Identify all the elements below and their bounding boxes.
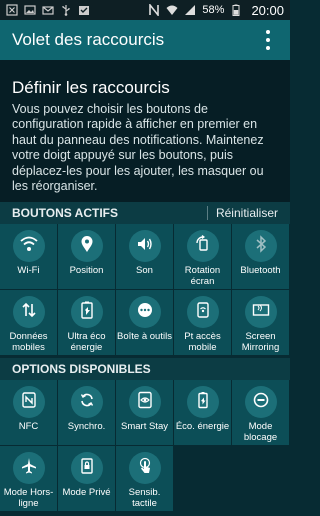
more-options-icon[interactable]: [258, 27, 278, 53]
tile-label: Rotation écran: [184, 265, 221, 287]
battery-percent: 58%: [202, 4, 225, 16]
nfc-status-icon: [148, 4, 160, 16]
touch-sensitivity-icon: [136, 457, 154, 480]
ultra-power-saving-icon: [78, 301, 96, 324]
blocking-mode-icon: [252, 391, 270, 414]
bluetooth-icon: [252, 234, 270, 258]
tile-bluetooth[interactable]: Bluetooth: [232, 224, 290, 290]
mobile-data-icon: [20, 301, 38, 324]
tile-label: Screen Mirroring: [241, 331, 280, 353]
clock: 20:00: [251, 2, 284, 18]
reset-label: Réinitialiser: [215, 206, 278, 220]
tile-mobile-data[interactable]: Données mobiles: [0, 290, 58, 356]
empty-slot: [174, 446, 232, 512]
tile-label: Wi-Fi: [17, 265, 40, 276]
tile-power-saving[interactable]: Éco. énergie: [174, 380, 232, 446]
reset-button[interactable]: Réinitialiser: [206, 206, 278, 220]
info-panel: Définir les raccourcis Vous pouvez chois…: [0, 60, 290, 202]
active-buttons-grid: Wi-Fi Position Son Rotation écran Blueto…: [0, 224, 290, 356]
tile-sound[interactable]: Son: [116, 224, 174, 290]
tile-label: Son: [136, 265, 153, 276]
empty-slot: [232, 446, 290, 512]
tile-private-mode[interactable]: Mode Privé: [58, 446, 116, 512]
wifi-icon: [19, 235, 38, 258]
gallery-icon: [24, 4, 36, 16]
app-title: Volet des raccourcis: [12, 30, 165, 49]
tile-smart-stay[interactable]: Smart Stay: [116, 380, 174, 446]
active-buttons-label: BOUTONS ACTIFS: [12, 206, 119, 220]
tile-label: Synchro.: [67, 421, 106, 432]
tile-nfc[interactable]: NFC: [0, 380, 58, 446]
info-title: Définir les raccourcis: [12, 78, 170, 97]
tile-ultra-power-saving[interactable]: Ultra éco énergie: [58, 290, 116, 356]
tile-label: Éco. énergie: [175, 421, 230, 432]
tile-label: Pt accès mobile: [184, 331, 221, 353]
tile-wifi[interactable]: Wi-Fi: [0, 224, 58, 290]
status-bar: 58% 20:00: [0, 0, 290, 20]
available-options-label: OPTIONS DISPONIBLES: [12, 362, 151, 376]
tile-screen-mirroring[interactable]: Screen Mirroring: [232, 290, 290, 356]
hotspot-icon: [194, 301, 212, 324]
info-description: Vous pouvez choisir les boutons de confi…: [12, 102, 264, 194]
divider: [206, 206, 208, 220]
location-icon: [78, 235, 96, 258]
tile-hotspot[interactable]: Pt accès mobile: [174, 290, 232, 356]
available-options-header: OPTIONS DISPONIBLES: [0, 358, 290, 380]
sync-icon: [78, 391, 96, 414]
tile-sync[interactable]: Synchro.: [58, 380, 116, 446]
tile-touch-sensitivity[interactable]: Sensib. tactile: [116, 446, 174, 512]
tile-label: Sensib. tactile: [128, 487, 161, 509]
screen-mirroring-icon: [252, 301, 270, 324]
tile-airplane-mode[interactable]: Mode Hors-ligne: [0, 446, 58, 512]
power-saving-icon: [194, 391, 212, 414]
tile-label: Ultra éco énergie: [67, 331, 106, 353]
available-options-grid: NFC Synchro. Smart Stay Éco. énergie Mod…: [0, 380, 290, 512]
usb-icon: [60, 4, 72, 16]
mail-icon: [42, 4, 54, 16]
rotation-icon: [194, 234, 212, 258]
tile-label: Position: [69, 265, 104, 276]
active-buttons-header: BOUTONS ACTIFS Réinitialiser: [0, 202, 290, 224]
tile-toolbox[interactable]: Boîte à outils: [116, 290, 174, 356]
tile-label: Mode blocage: [243, 421, 278, 443]
toolbox-icon: [136, 301, 154, 324]
nfc-icon: [20, 391, 38, 414]
tile-rotation[interactable]: Rotation écran: [174, 224, 232, 290]
tile-location[interactable]: Position: [58, 224, 116, 290]
tile-label: Mode Hors-ligne: [3, 487, 54, 509]
private-mode-icon: [78, 457, 96, 480]
sound-icon: [136, 235, 154, 258]
tile-blocking-mode[interactable]: Mode blocage: [232, 380, 290, 446]
tile-label: NFC: [18, 421, 39, 432]
battery-icon: [230, 4, 242, 16]
close-notification-icon: [6, 4, 18, 16]
tile-label: Données mobiles: [9, 331, 48, 353]
tile-label: Bluetooth: [240, 265, 281, 276]
smart-stay-icon: [136, 391, 154, 414]
signal-icon: [184, 4, 196, 16]
tile-label: Smart Stay: [121, 421, 168, 432]
airplane-mode-icon: [20, 457, 38, 480]
tile-label: Boîte à outils: [117, 331, 172, 342]
app-bar: Volet des raccourcis: [0, 20, 290, 60]
tile-label: Mode Privé: [62, 487, 111, 498]
download-icon: [78, 4, 90, 16]
wifi-status-icon: [166, 4, 178, 16]
